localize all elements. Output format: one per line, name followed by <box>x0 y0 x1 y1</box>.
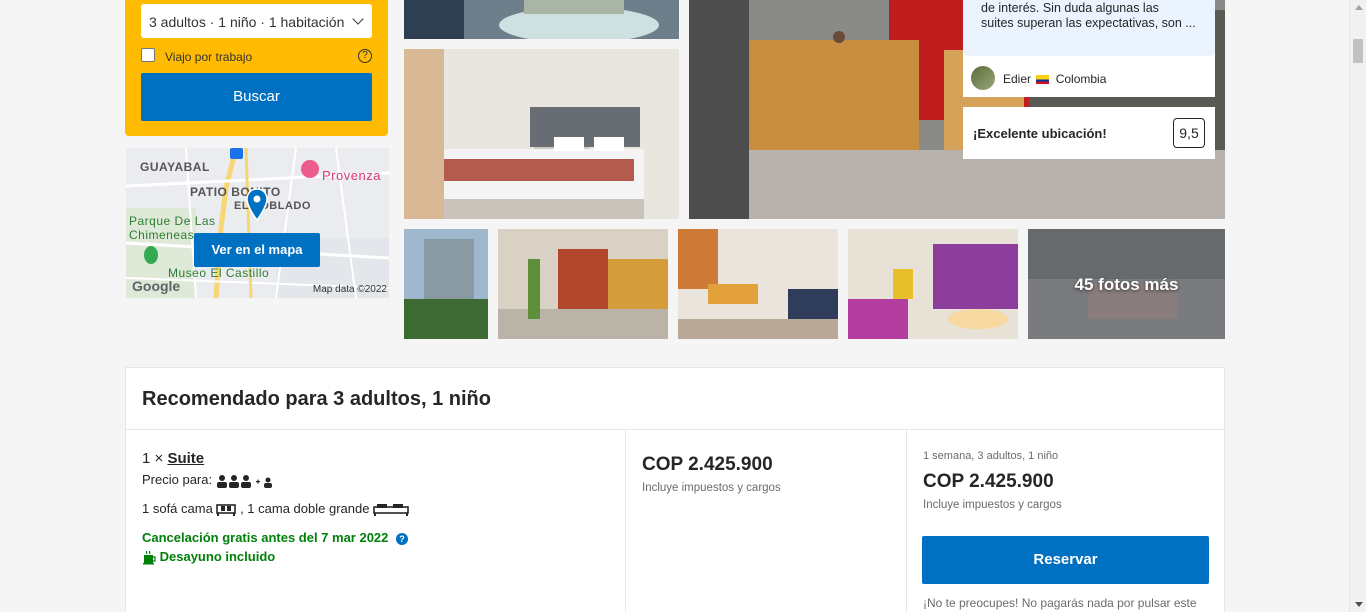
price-for-label: Precio para: <box>142 472 213 487</box>
scrollbar-thumb[interactable] <box>1353 39 1363 63</box>
map-label-guayabal: GUAYABAL <box>140 160 210 174</box>
avatar <box>971 66 995 90</box>
photo-lounge[interactable] <box>404 0 679 39</box>
price-for-row: Precio para: <box>142 472 274 488</box>
divider <box>126 429 1224 430</box>
recommendation-title: Recomendado para 3 adultos, 1 niño <box>142 388 491 410</box>
review-author-country: Colombia <box>1055 72 1107 86</box>
photo-living-room[interactable] <box>678 229 838 339</box>
hotel-poi-icon <box>301 160 319 178</box>
vertical-scrollbar[interactable] <box>1349 0 1366 612</box>
review-author-name: Edier <box>1003 72 1032 86</box>
photo-hallway[interactable] <box>498 229 668 339</box>
occupancy-icon <box>216 474 272 488</box>
location-score-badge: 9,5 <box>1173 118 1205 148</box>
room-taxes-note: Incluye impuestos y cargos <box>642 482 781 494</box>
map-label-provenza: Provenza <box>322 168 381 183</box>
map-label-chimeneas: Chimeneas <box>129 228 195 242</box>
map-preview[interactable]: GUAYABAL PATIO BONITO EL POBLADO Provenz… <box>126 148 389 298</box>
sofa-bed-label: 1 sofá cama <box>142 501 213 516</box>
occupancy-value: 3 adultos · 1 niño · 1 habitación <box>149 14 345 30</box>
no-charge-note: ¡No te preocupes! No pagarás nada por pu… <box>923 596 1197 610</box>
double-bed-label: , 1 cama doble grande <box>240 501 370 516</box>
reserve-button[interactable]: Reservar <box>922 536 1209 584</box>
bed-configuration: 1 sofá cama , 1 cama doble grande <box>142 501 409 517</box>
info-icon[interactable]: ? <box>396 532 409 545</box>
location-score-card: ¡Excelente ubicación! 9,5 <box>963 107 1215 159</box>
room-quantity: 1 × <box>142 450 164 467</box>
work-trip-label[interactable]: Viajo por trabajo <box>165 50 252 64</box>
location-pin-icon <box>246 188 268 222</box>
location-score-label: ¡Excelente ubicación! <box>973 126 1107 141</box>
total-taxes-note: Incluye impuestos y cargos <box>923 499 1062 511</box>
free-cancellation-text: Cancelación gratis antes del 7 mar 2022 <box>142 530 389 545</box>
room-price: COP 2.425.900 <box>642 454 773 475</box>
search-box: 3 adultos · 1 niño · 1 habitación Viajo … <box>125 0 388 136</box>
photo-more-gallery[interactable]: 45 fotos más <box>1028 229 1225 339</box>
search-button[interactable]: Buscar <box>141 73 372 121</box>
review-text-line2: suites superan las expectativas, son ... <box>981 16 1196 30</box>
free-cancellation: Cancelación gratis antes del 7 mar 2022 … <box>142 530 409 545</box>
colombia-flag-icon <box>1036 75 1050 85</box>
room-line: 1 × Suite <box>142 450 204 467</box>
photo-bedroom[interactable] <box>404 49 679 219</box>
column-divider <box>906 430 907 612</box>
room-name-link[interactable]: Suite <box>167 450 204 467</box>
occupancy-select[interactable]: 3 adultos · 1 niño · 1 habitación <box>141 4 372 38</box>
breakfast-included: Desayuno incluido <box>142 549 275 565</box>
stay-summary: 1 semana, 3 adultos, 1 niño <box>923 450 1059 462</box>
column-divider <box>625 430 626 612</box>
review-author-name-row: Edier Colombia <box>1003 72 1106 86</box>
park-poi-icon <box>144 246 158 264</box>
chevron-down-icon <box>352 13 364 25</box>
review-text-line1: de interés. Sin duda algunas las <box>981 1 1159 15</box>
work-trip-row: Viajo por trabajo ? <box>141 48 372 66</box>
view-map-button[interactable]: Ver en el mapa <box>194 233 320 267</box>
help-icon[interactable]: ? <box>358 49 372 63</box>
photo-suite[interactable] <box>848 229 1018 339</box>
breakfast-text: Desayuno incluido <box>159 549 276 564</box>
sofa-bed-icon <box>216 504 237 517</box>
total-price: COP 2.425.900 <box>923 471 1054 492</box>
map-label-museo: Museo El Castillo <box>168 266 270 280</box>
more-photos-label: 45 fotos más <box>1074 275 1179 294</box>
scroll-down-arrow-icon[interactable] <box>1355 602 1363 607</box>
map-label-parque: Parque De Las <box>129 214 216 228</box>
double-bed-icon <box>373 504 409 517</box>
transit-icon <box>230 148 243 159</box>
scroll-up-arrow-icon[interactable] <box>1355 5 1363 10</box>
work-trip-checkbox[interactable] <box>141 48 155 62</box>
coffee-icon <box>143 550 156 565</box>
map-copyright[interactable]: Map data ©2022 <box>313 284 387 295</box>
google-logo: Google <box>132 278 181 294</box>
recommendation-panel: Recomendado para 3 adultos, 1 niño 1 × S… <box>125 367 1225 612</box>
review-bubble: de interés. Sin duda algunas las suites … <box>963 0 1215 56</box>
review-card: de interés. Sin duda algunas las suites … <box>963 0 1215 97</box>
photo-building[interactable] <box>404 229 488 339</box>
